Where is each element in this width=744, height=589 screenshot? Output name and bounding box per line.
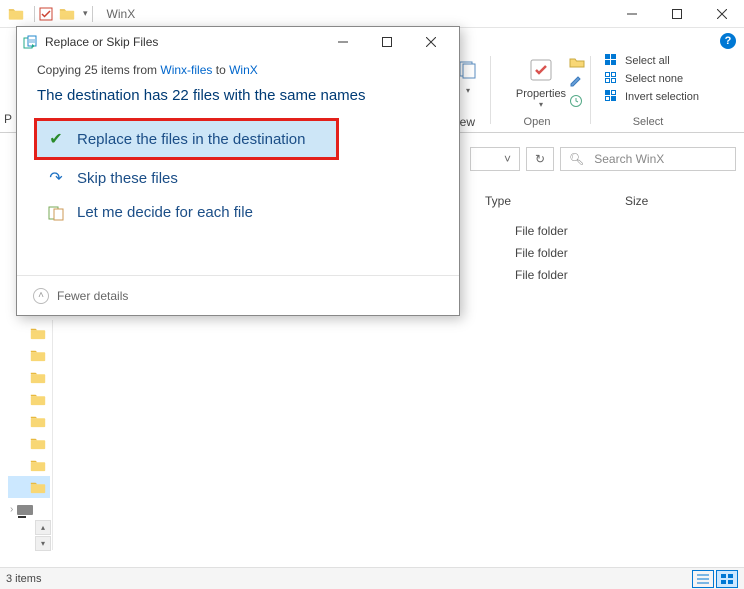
check-icon: ✔ [47, 129, 65, 149]
invert-selection-icon [605, 90, 619, 104]
decide-option-label: Let me decide for each file [77, 204, 253, 221]
refresh-icon: ↻ [535, 152, 545, 166]
statusbar: 3 items [0, 567, 744, 589]
chevron-down-icon: ˅ [504, 152, 511, 166]
decide-option[interactable]: Let me decide for each file [37, 196, 439, 229]
copy-icon [23, 35, 37, 49]
divider-icon [34, 6, 35, 22]
file-row-type[interactable]: File folder [515, 264, 568, 286]
tree-item[interactable] [8, 432, 50, 454]
folder-icon [8, 7, 24, 21]
column-header-type[interactable]: Type [485, 190, 625, 212]
search-box[interactable]: 🔍︎ Search WinX [560, 147, 736, 171]
close-button[interactable] [699, 0, 744, 28]
search-icon: 🔍︎ [569, 152, 584, 166]
refresh-button[interactable]: ↻ [526, 147, 554, 171]
details-view-button[interactable] [692, 570, 714, 588]
tree-item-selected[interactable] [8, 476, 50, 498]
tree-item[interactable] [8, 388, 50, 410]
skip-icon: ↷ [47, 168, 65, 188]
search-placeholder: Search WinX [594, 152, 664, 166]
dialog-footer: ˄ Fewer details [17, 275, 459, 315]
folder-icon[interactable] [59, 7, 75, 21]
tree-item[interactable] [8, 454, 50, 476]
skip-option[interactable]: ↷ Skip these files [37, 160, 439, 196]
drive-icon [17, 505, 33, 515]
ribbon-open-group: Properties ▾ Open [491, 52, 591, 128]
chevron-up-icon[interactable]: ˄ [33, 288, 49, 304]
fewer-details-link[interactable]: Fewer details [57, 289, 128, 303]
minimize-button[interactable] [609, 0, 654, 28]
file-list: File folder File folder File folder [515, 220, 568, 286]
qat-checkbox-icon[interactable] [39, 7, 53, 21]
dialog-close-button[interactable] [409, 27, 453, 57]
open-button[interactable] [569, 56, 585, 71]
icons-view-icon [721, 574, 733, 584]
scroll-up-icon[interactable]: ▴ [35, 520, 51, 535]
select-none-icon [605, 72, 619, 86]
chevron-right-icon: › [10, 504, 13, 515]
replace-skip-dialog: Replace or Skip Files Copying 25 items f… [16, 26, 460, 316]
dialog-minimize-button[interactable] [321, 27, 365, 57]
source-link[interactable]: Winx-files [160, 63, 212, 77]
invert-selection-button[interactable]: Invert selection [599, 88, 705, 106]
titlebar: ▾ WinX [0, 0, 744, 28]
tree-item[interactable] [8, 410, 50, 432]
qat-dropdown-icon[interactable]: ▾ [83, 8, 88, 19]
tree-scrollbar[interactable]: ▴ ▾ [35, 520, 51, 552]
select-all-icon [605, 54, 619, 68]
nav-tree-sliver: › [8, 322, 50, 520]
window-controls [609, 0, 744, 28]
tree-item[interactable] [8, 322, 50, 344]
status-text: 3 items [6, 573, 41, 585]
dialog-maximize-button[interactable] [365, 27, 409, 57]
column-header-size[interactable]: Size [625, 190, 648, 212]
open-group-label: Open [491, 116, 583, 128]
column-headers: Type Size [485, 190, 736, 212]
ribbon-select-group: Select all Select none Invert selection … [591, 52, 713, 128]
file-row-type[interactable]: File folder [515, 220, 568, 242]
replace-option[interactable]: ✔ Replace the files in the destination [34, 118, 339, 160]
pane-label-partial: P [4, 112, 12, 126]
dialog-title: Replace or Skip Files [45, 35, 158, 49]
file-row-type[interactable]: File folder [515, 242, 568, 264]
properties-label: Properties [516, 88, 566, 100]
replace-option-label: Replace the files in the destination [77, 131, 305, 148]
skip-option-label: Skip these files [77, 170, 178, 187]
select-group-label: Select [591, 116, 705, 128]
address-dropdown[interactable]: ˅ [470, 147, 520, 171]
properties-button[interactable]: Properties ▾ [512, 52, 570, 111]
select-none-label: Select none [625, 73, 683, 85]
copying-mid: to [212, 63, 229, 77]
maximize-button[interactable] [654, 0, 699, 28]
copying-status: Copying 25 items from Winx-files to WinX [37, 63, 439, 77]
dialog-heading: The destination has 22 files with the sa… [37, 87, 439, 104]
history-button[interactable] [569, 94, 585, 111]
copying-prefix: Copying 25 items from [37, 63, 160, 77]
dialog-titlebar: Replace or Skip Files [17, 27, 459, 57]
help-icon[interactable]: ? [720, 33, 736, 49]
select-all-label: Select all [625, 55, 670, 67]
tree-divider [52, 320, 53, 550]
divider-icon [92, 6, 93, 22]
details-view-icon [697, 574, 709, 584]
edit-button[interactable] [569, 74, 585, 91]
icons-view-button[interactable] [716, 570, 738, 588]
destination-link[interactable]: WinX [229, 63, 258, 77]
select-none-button[interactable]: Select none [599, 70, 689, 88]
tree-item[interactable] [8, 366, 50, 388]
tree-item[interactable] [8, 344, 50, 366]
scroll-down-icon[interactable]: ▾ [35, 536, 51, 551]
select-all-button[interactable]: Select all [599, 52, 676, 70]
window-title: WinX [107, 7, 136, 21]
navigation-row: ˅ ↻ 🔍︎ Search WinX [470, 146, 736, 172]
tree-item[interactable]: › [8, 498, 50, 520]
compare-icon [47, 205, 65, 221]
invert-selection-label: Invert selection [625, 91, 699, 103]
